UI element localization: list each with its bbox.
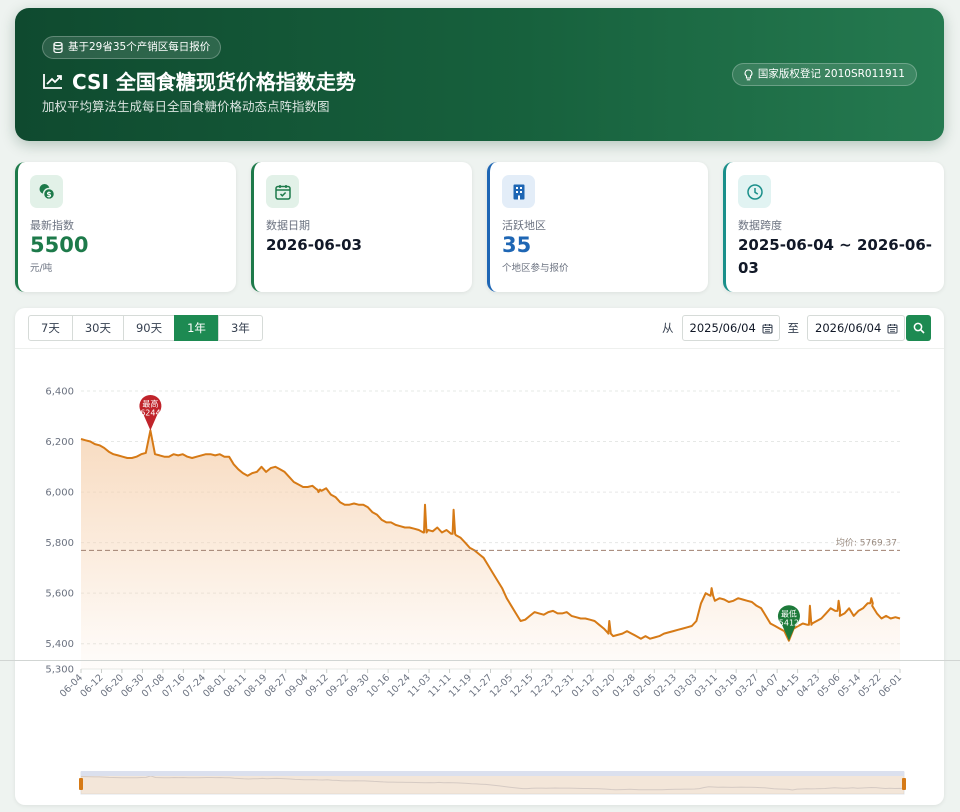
zoom-slider-bar: [81, 771, 904, 776]
max-marker: 最高6244: [139, 394, 162, 431]
zoom-handle-right: [902, 778, 906, 790]
y-tick-label: 5,600: [45, 589, 74, 600]
average-label: 均价: 5769.37: [836, 536, 897, 548]
y-tick-label: 6,400: [45, 387, 74, 398]
y-tick-label: 6,200: [45, 437, 74, 448]
y-tick-label: 5,300: [45, 665, 74, 676]
marker-label: 最低: [781, 609, 797, 619]
zoom-handle-left: [79, 778, 83, 790]
price-area: [81, 430, 900, 669]
price-chart: 5,3005,4005,6005,8006,0006,2006,40006-04…: [45, 387, 906, 795]
marker-value: 6244: [140, 408, 160, 417]
marker-value: 5412: [779, 619, 799, 628]
y-tick-label: 6,000: [45, 488, 74, 499]
marker-label: 最高: [142, 398, 158, 408]
y-tick-label: 5,400: [45, 639, 74, 650]
y-tick-label: 5,800: [45, 538, 74, 549]
overlay-line: [0, 660, 960, 661]
x-tick-label: 06-01: [877, 672, 904, 699]
